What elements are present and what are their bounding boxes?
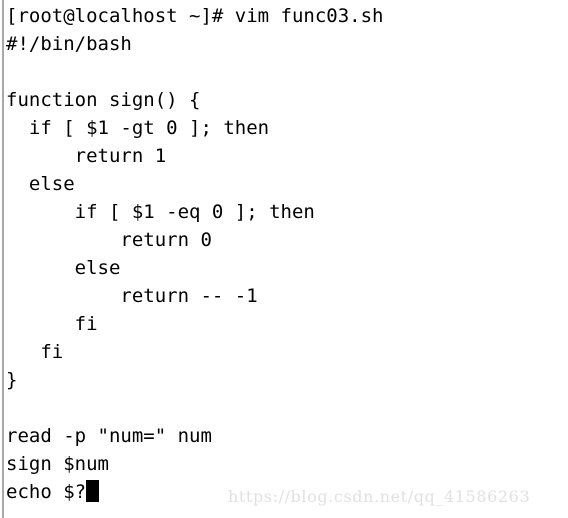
terminal-line-else-outer: else bbox=[6, 173, 75, 195]
terminal-screen[interactable]: [root@localhost ~]# vim func03.sh #!/bin… bbox=[6, 2, 562, 506]
terminal-line-prompt: [root@localhost ~]# vim func03.sh bbox=[6, 5, 384, 27]
terminal-line-sign-num: sign $num bbox=[6, 453, 109, 475]
terminal-line-shebang: #!/bin/bash bbox=[6, 33, 132, 55]
terminal-line-read-num: read -p "num=" num bbox=[6, 425, 212, 447]
terminal-line-else-inner: else bbox=[6, 257, 121, 279]
block-cursor bbox=[86, 480, 100, 502]
terminal-line-return-neg1: return -- -1 bbox=[6, 285, 258, 307]
terminal-line-echo-status-text: echo $? bbox=[6, 481, 87, 503]
terminal-line-return-1: return 1 bbox=[6, 145, 167, 167]
terminal-line-return-0: return 0 bbox=[6, 229, 212, 251]
terminal-line-blank-1 bbox=[6, 58, 562, 86]
terminal-window[interactable]: [root@localhost ~]# vim func03.sh #!/bin… bbox=[0, 0, 568, 518]
terminal-line-close-brace: } bbox=[6, 369, 18, 391]
terminal-line-if-eq: if [ $1 -eq 0 ]; then bbox=[6, 201, 315, 223]
terminal-line-fi-outer: fi bbox=[6, 341, 64, 363]
watermark-text: https://blog.csdn.net/qq_41586263 bbox=[228, 487, 531, 506]
terminal-line-fi-inner: fi bbox=[6, 313, 98, 335]
terminal-line-if-gt: if [ $1 -gt 0 ]; then bbox=[6, 117, 270, 139]
terminal-line-function-sign: function sign() { bbox=[6, 89, 201, 111]
terminal-left-border bbox=[2, 0, 4, 518]
terminal-line-blank-2 bbox=[6, 394, 562, 422]
